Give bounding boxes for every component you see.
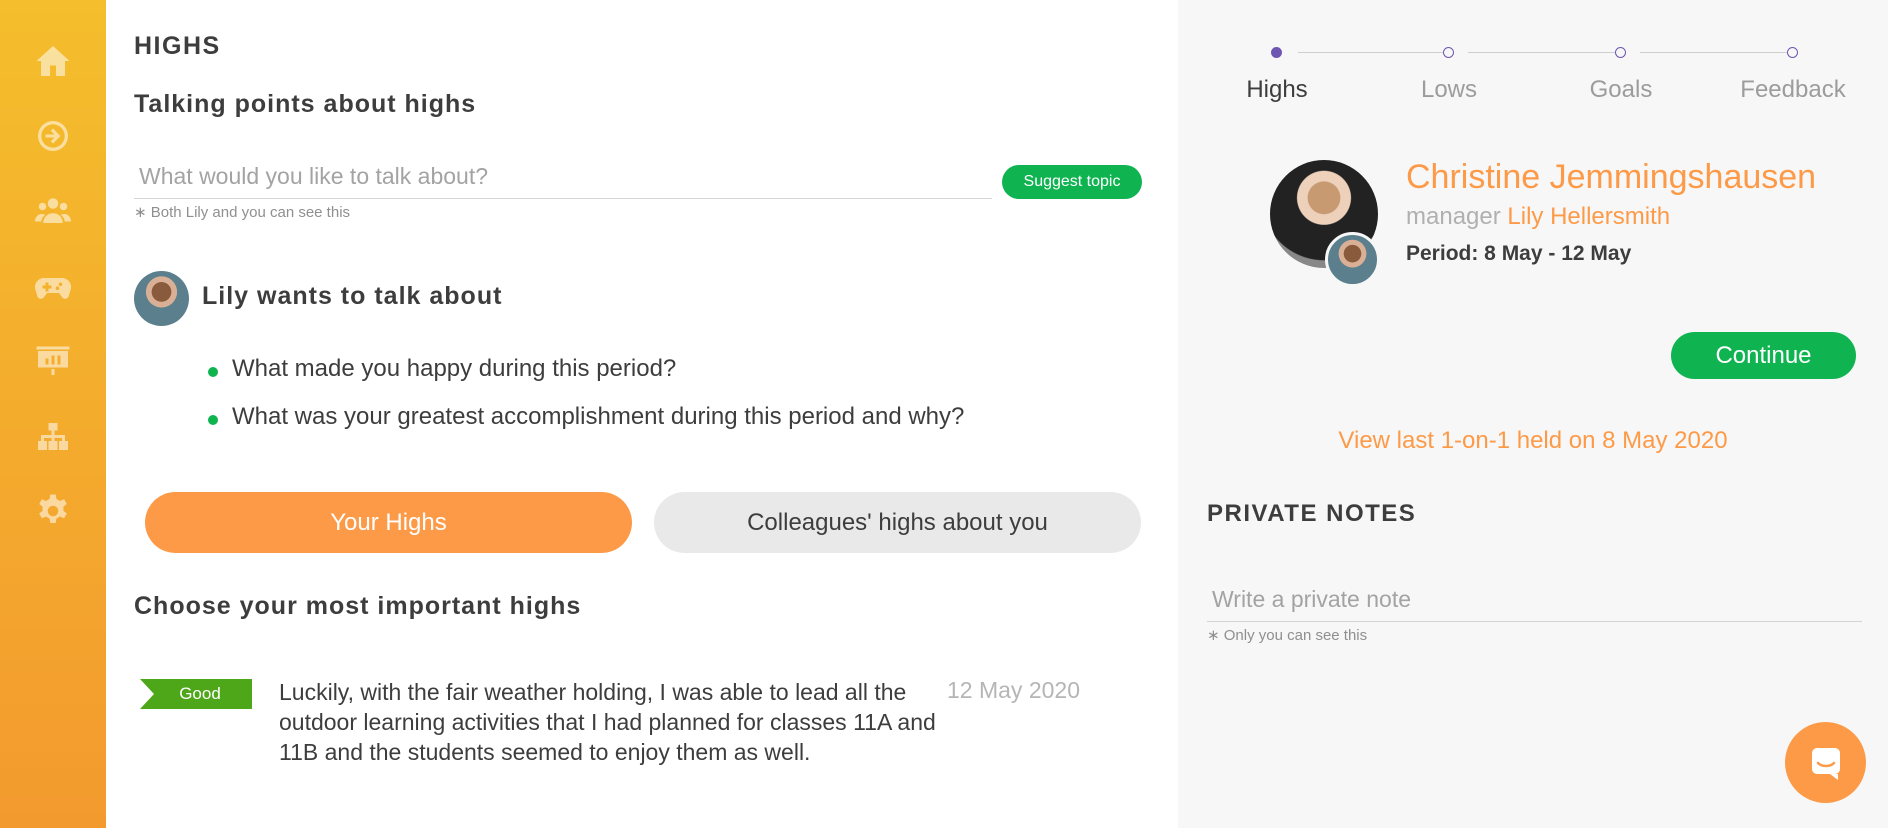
list-item: What was your greatest accomplishment du… (206, 403, 964, 431)
high-tag-badge: Good (140, 679, 252, 709)
view-last-one-on-one-link[interactable]: View last 1-on-1 held on 8 May 2020 (1178, 427, 1888, 455)
private-note-input[interactable] (1207, 578, 1862, 622)
manager-label: manager (1406, 203, 1501, 230)
page-title: HIGHS (134, 32, 221, 60)
list-item: What made you happy during this period? (206, 355, 964, 383)
gamepad-icon[interactable] (33, 267, 73, 307)
choose-highs-title: Choose your most important highs (134, 592, 582, 620)
step-highs[interactable]: Highs (1207, 76, 1347, 104)
lily-topics-list: What made you happy during this period? … (206, 355, 964, 451)
period-label: Period: 8 May - 12 May (1406, 242, 1632, 265)
avatar (134, 271, 189, 326)
sidebar (0, 0, 106, 828)
gear-icon[interactable] (33, 491, 73, 531)
step-dot-highs[interactable] (1271, 47, 1282, 58)
org-chart-icon[interactable] (33, 418, 73, 458)
presentation-icon[interactable] (33, 340, 73, 380)
private-notes-title: PRIVATE NOTES (1207, 500, 1417, 527)
manager-line: manager Lily Hellersmith (1406, 203, 1670, 231)
talking-points-title: Talking points about highs (134, 90, 477, 118)
arrow-circle-icon[interactable] (33, 116, 73, 156)
chat-icon[interactable] (1785, 722, 1866, 803)
step-dot-goals[interactable] (1615, 47, 1626, 58)
lily-topics-title: Lily wants to talk about (202, 282, 503, 310)
stepper-line (1468, 52, 1616, 53)
topic-visibility-hint: ∗ Both Lily and you can see this (134, 204, 351, 221)
step-dot-lows[interactable] (1443, 47, 1454, 58)
note-visibility-hint: ∗ Only you can see this (1207, 627, 1368, 644)
step-dot-feedback[interactable] (1787, 47, 1798, 58)
people-icon[interactable] (33, 191, 73, 231)
continue-button[interactable]: Continue (1671, 332, 1856, 379)
manager-name: Lily Hellersmith (1507, 203, 1671, 230)
main-content: HIGHS Talking points about highs Suggest… (106, 0, 1178, 828)
employee-name: Christine Jemmingshausen (1406, 158, 1817, 196)
high-entry-text[interactable]: Luckily, with the fair weather holding, … (279, 677, 959, 767)
suggest-topic-button[interactable]: Suggest topic (1002, 165, 1142, 199)
step-lows[interactable]: Lows (1379, 76, 1519, 104)
topic-input[interactable] (134, 155, 992, 199)
tab-your-highs[interactable]: Your Highs (145, 492, 632, 553)
stepper-line (1640, 52, 1788, 53)
tab-colleagues-highs[interactable]: Colleagues' highs about you (654, 492, 1141, 553)
high-entry-date: 12 May 2020 (947, 677, 1080, 703)
home-icon[interactable] (33, 41, 73, 81)
step-goals[interactable]: Goals (1551, 76, 1691, 104)
manager-avatar (1325, 232, 1380, 287)
step-feedback[interactable]: Feedback (1723, 76, 1863, 104)
stepper-line (1298, 52, 1444, 53)
right-panel: Highs Lows Goals Feedback Christine Jemm… (1178, 0, 1888, 828)
